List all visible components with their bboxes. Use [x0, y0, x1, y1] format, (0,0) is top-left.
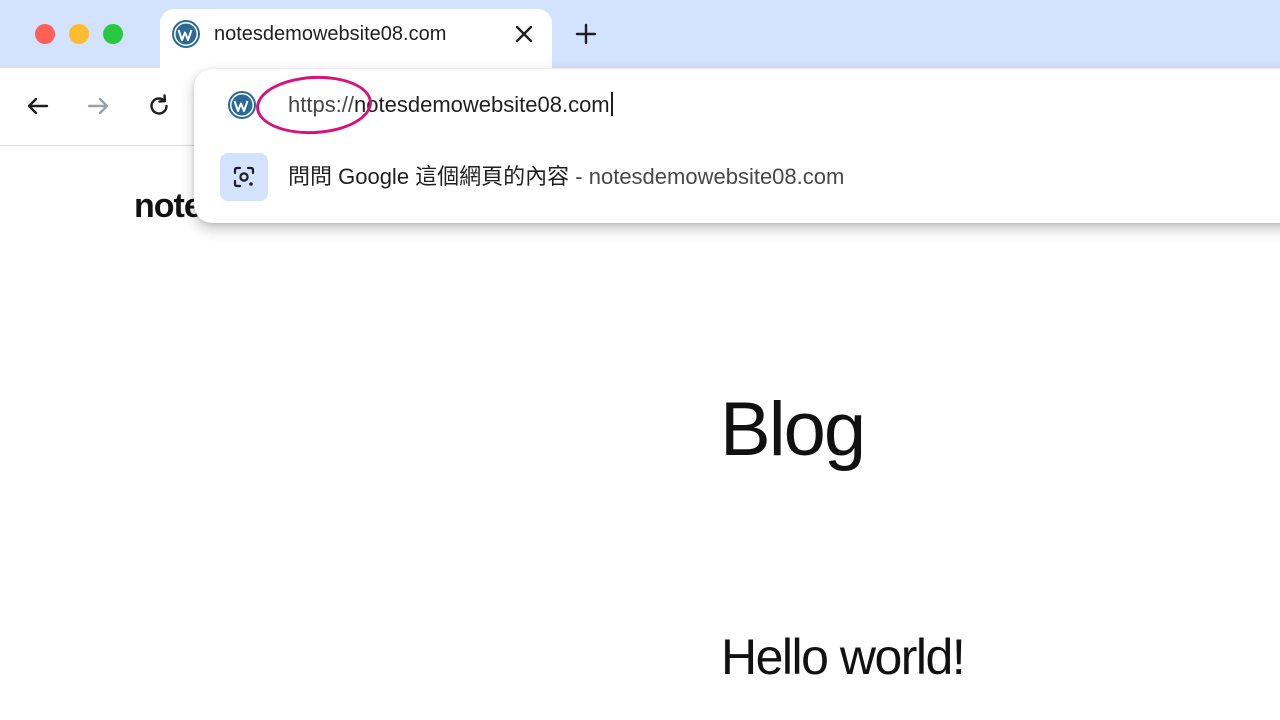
- arrow-left-icon[interactable]: [23, 91, 53, 121]
- tab-active[interactable]: notesdemowebsite08.com: [160, 9, 552, 68]
- annotation-circle: [254, 73, 374, 137]
- text-caret: [610, 92, 613, 116]
- suggestion-label: 問問 Google 這個網頁的內容: [288, 164, 570, 189]
- suggestion-url: notesdemowebsite08.com: [588, 164, 845, 189]
- tab-close-icon[interactable]: [512, 22, 536, 46]
- window-maximize-button[interactable]: [103, 24, 123, 44]
- page-title: Blog: [720, 387, 866, 472]
- google-lens-icon: [220, 153, 268, 201]
- suggestion-separator: -: [569, 164, 589, 189]
- omnibox-suggestion[interactable]: 問問 Google 這個網頁的內容 - notesdemowebsite08.c…: [194, 149, 1280, 207]
- page-content: notesdemowebsite08.com Blog Hello world!: [0, 147, 1280, 720]
- window-minimize-button[interactable]: [69, 24, 89, 44]
- wordpress-icon: [172, 20, 200, 48]
- tab-title: notesdemowebsite08.com: [214, 23, 447, 45]
- new-tab-plus-icon[interactable]: [572, 20, 600, 48]
- omnibox-dropdown: https://notesdemowebsite08.com 問問 Google…: [194, 69, 1280, 223]
- wordpress-icon: [228, 91, 256, 119]
- reload-icon[interactable]: [144, 91, 174, 121]
- url-host: notesdemowebsite08.com: [354, 92, 610, 117]
- window-close-button[interactable]: [35, 24, 55, 44]
- post-title-link[interactable]: Hello world!: [721, 627, 966, 687]
- tab-strip: notesdemowebsite08.com: [0, 0, 1280, 68]
- suggestion-text: 問問 Google 這個網頁的內容 - notesdemowebsite08.c…: [288, 163, 844, 191]
- arrow-right-icon[interactable]: [83, 91, 113, 121]
